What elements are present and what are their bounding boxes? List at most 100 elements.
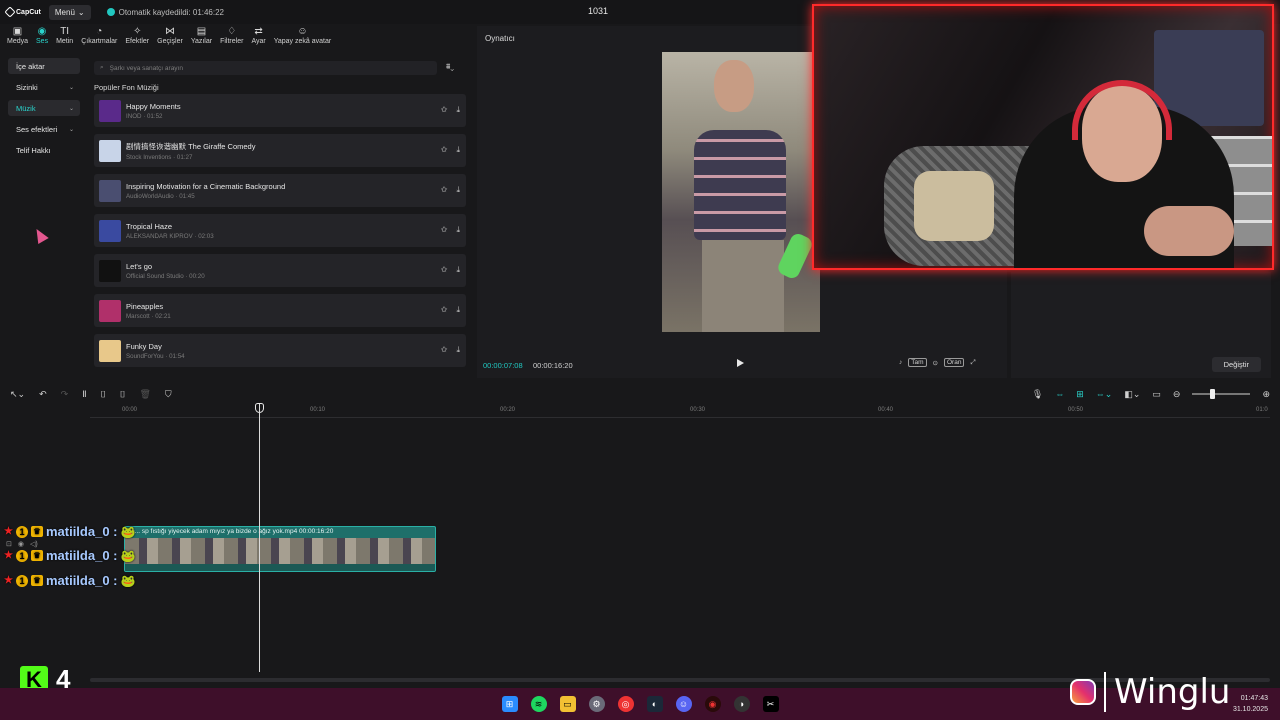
list-item[interactable]: 剧情搞怪诙谐幽默 The Giraffe Comedy Stock Inventi… bbox=[94, 134, 466, 167]
star-badge-icon: ★ bbox=[4, 526, 13, 537]
play-icon[interactable] bbox=[737, 359, 744, 367]
favorite-star-icon[interactable]: ✩ bbox=[441, 265, 448, 275]
zoom-fit-icon[interactable]: ⊙ bbox=[933, 359, 938, 367]
list-item[interactable]: Let's go Official Sound Studio · 00:20 ✩ ⤓ bbox=[94, 254, 466, 287]
tab-ai-avatar[interactable]: ☺ Yapay zekâ avatar bbox=[271, 26, 334, 52]
list-item[interactable]: Inspiring Motivation for a Cinematic Bac… bbox=[94, 174, 466, 207]
tiktok-icon[interactable]: ♪ bbox=[899, 359, 902, 366]
windows-start-icon[interactable]: ⊞ bbox=[501, 696, 518, 712]
menu-button[interactable]: Menü ⌄ bbox=[48, 4, 91, 20]
obs-icon[interactable]: ◑ bbox=[733, 696, 750, 712]
video-preview[interactable] bbox=[662, 52, 820, 332]
file-explorer-icon[interactable]: ▭ bbox=[559, 696, 576, 712]
timeline-ruler[interactable]: 00:00 00:10 00:20 00:30 00:40 00:50 01:0 bbox=[90, 404, 1270, 418]
capcut-taskbar-icon[interactable]: ✂ bbox=[762, 696, 779, 712]
tab-adjust[interactable]: ⇄ Ayar bbox=[248, 26, 268, 52]
tab-effects[interactable]: ✧ Efektler bbox=[122, 26, 152, 52]
fullscreen-mode-button[interactable]: Tam bbox=[908, 358, 927, 367]
change-button[interactable]: Değiştir bbox=[1211, 357, 1261, 372]
redo-icon[interactable]: ↷ bbox=[61, 389, 69, 400]
game-app-icon[interactable]: ◉ bbox=[704, 696, 721, 712]
favorite-star-icon[interactable]: ✩ bbox=[441, 305, 448, 315]
star-badge-icon: ★ bbox=[4, 550, 13, 561]
tab-captions[interactable]: ▤ Yazılar bbox=[188, 26, 215, 52]
search-input[interactable]: ⌕ Şarkı veya sanatçı arayın bbox=[94, 61, 437, 75]
filter-button[interactable]: ⩩⌄ bbox=[446, 62, 454, 72]
linkage-icon[interactable]: ⇔⌄ bbox=[1096, 389, 1113, 400]
download-icon[interactable]: ⤓ bbox=[456, 265, 460, 275]
steam-icon[interactable]: ◐ bbox=[646, 696, 663, 712]
split-right-icon[interactable]: ⌷ bbox=[120, 389, 125, 400]
preview-axis-icon[interactable]: ◧⌄ bbox=[1124, 389, 1140, 400]
list-item[interactable]: Funky Day SoundForYou · 01:54 ✩ ⤓ bbox=[94, 334, 466, 367]
tab-transitions[interactable]: ⋈ Geçişler bbox=[154, 26, 186, 52]
sidebar-item-music[interactable]: Müzik ⌄ bbox=[8, 100, 80, 116]
effects-icon: ✧ bbox=[133, 26, 142, 37]
playhead[interactable] bbox=[259, 404, 260, 672]
expand-icon[interactable]: ⤢ bbox=[970, 359, 975, 367]
microphone-icon[interactable]: 🎙 bbox=[1032, 389, 1043, 400]
sidebar-item-label: İçe aktar bbox=[16, 61, 45, 71]
ratio-button[interactable]: Oran bbox=[943, 358, 965, 367]
ruler-tick: 01:0 bbox=[1256, 407, 1268, 413]
app-name: CapCut bbox=[16, 8, 41, 16]
list-item[interactable]: Happy Moments INOD · 01:52 ✩ ⤓ bbox=[94, 94, 466, 127]
settings-icon[interactable]: ⚙ bbox=[588, 696, 605, 712]
tab-audio[interactable]: ◉ Ses bbox=[33, 26, 51, 52]
favorite-star-icon[interactable]: ✩ bbox=[441, 145, 448, 155]
download-icon[interactable]: ⤓ bbox=[456, 225, 460, 235]
zoom-in-icon[interactable]: ⊕ bbox=[1262, 389, 1270, 400]
transitions-icon: ⋈ bbox=[164, 26, 175, 37]
ai-avatar-icon: ☺ bbox=[297, 26, 308, 37]
zoom-slider[interactable] bbox=[1192, 389, 1251, 399]
crown-badge-icon: ♛ bbox=[30, 550, 43, 561]
spotify-icon[interactable]: ≋ bbox=[530, 696, 547, 712]
tab-text[interactable]: TI Metin bbox=[53, 26, 76, 52]
sticker-icon: ◔ bbox=[96, 26, 103, 37]
chat-line: ★ 1 ♛ matiilda_0 : 🐸 bbox=[4, 573, 135, 588]
zoom-out-icon[interactable]: ⊖ bbox=[1173, 389, 1181, 400]
clock-time: 01:47:43 bbox=[1240, 695, 1268, 702]
download-icon[interactable]: ⤓ bbox=[456, 145, 460, 155]
link-main-track-icon[interactable]: ⇔ bbox=[1055, 389, 1064, 399]
favorite-star-icon[interactable]: ✩ bbox=[441, 345, 448, 355]
undo-icon[interactable]: ↶ bbox=[39, 389, 47, 400]
select-tool-icon[interactable]: ↖⌄ bbox=[10, 389, 25, 400]
text-icon: TI bbox=[60, 26, 70, 37]
volume-icon[interactable]: ◁) bbox=[30, 540, 38, 548]
asset-toolbar: ▣ Medya ◉ Ses TI Metin ◔ Çıkartmalar ✧ E… bbox=[4, 26, 472, 52]
system-clock[interactable]: 01:47:43 31.10.2025 bbox=[1233, 693, 1268, 715]
download-icon[interactable]: ⤓ bbox=[456, 345, 460, 355]
list-item[interactable]: Pineapples Marscott · 02:21 ✩ ⤓ bbox=[94, 294, 466, 327]
magnet-icon[interactable]: ⊞ bbox=[1076, 389, 1084, 400]
download-icon[interactable]: ⤓ bbox=[456, 305, 460, 315]
favorite-star-icon[interactable]: ✩ bbox=[441, 185, 448, 195]
shield-icon[interactable]: ⛉ bbox=[165, 389, 172, 400]
sidebar-item-yours[interactable]: Sizinki ⌄ bbox=[8, 79, 80, 95]
list-item[interactable]: Tropical Haze ALEKSANDAR KIPROV · 02:03 ✩… bbox=[94, 214, 466, 247]
favorite-star-icon[interactable]: ✩ bbox=[441, 225, 448, 235]
sidebar-item-import[interactable]: İçe aktar bbox=[8, 58, 80, 74]
chrome-icon[interactable]: ◎ bbox=[617, 696, 634, 712]
sidebar-item-copyright[interactable]: Telif Hakkı bbox=[8, 142, 80, 158]
split-icon[interactable]: Ⅱ bbox=[82, 389, 86, 400]
delete-icon[interactable]: 🗑 bbox=[139, 389, 150, 400]
tab-filters[interactable]: ♢ Filtreler bbox=[217, 26, 246, 52]
download-icon[interactable]: ⤓ bbox=[456, 185, 460, 195]
download-icon[interactable]: ⤓ bbox=[456, 105, 460, 115]
tab-stickers[interactable]: ◔ Çıkartmalar bbox=[78, 26, 120, 52]
track-name: Tropical Haze bbox=[126, 221, 172, 231]
favorite-star-icon[interactable]: ✩ bbox=[441, 105, 448, 115]
caption-icon[interactable]: ▭ bbox=[1152, 389, 1161, 400]
instagram-overlay: Winglu bbox=[1070, 672, 1230, 712]
lock-icon[interactable]: ⊡ bbox=[6, 540, 12, 548]
video-clip[interactable]: b... sp fıstığı yiyecek adam mıyız ya bi… bbox=[124, 526, 436, 572]
split-left-icon[interactable]: ⌷ bbox=[101, 389, 106, 400]
zoom-slider-knob[interactable] bbox=[1210, 389, 1216, 399]
capcut-window: CapCut Menü ⌄ Otomatik kaydedildi: 01:46… bbox=[0, 0, 1280, 694]
tab-media[interactable]: ▣ Medya bbox=[4, 26, 31, 52]
discord-icon[interactable]: ☺ bbox=[675, 696, 692, 712]
sidebar-item-sound-effects[interactable]: Ses efektleri ⌄ bbox=[8, 121, 80, 137]
webcam-overlay bbox=[812, 4, 1274, 270]
eye-icon[interactable]: ◉ bbox=[18, 540, 24, 548]
